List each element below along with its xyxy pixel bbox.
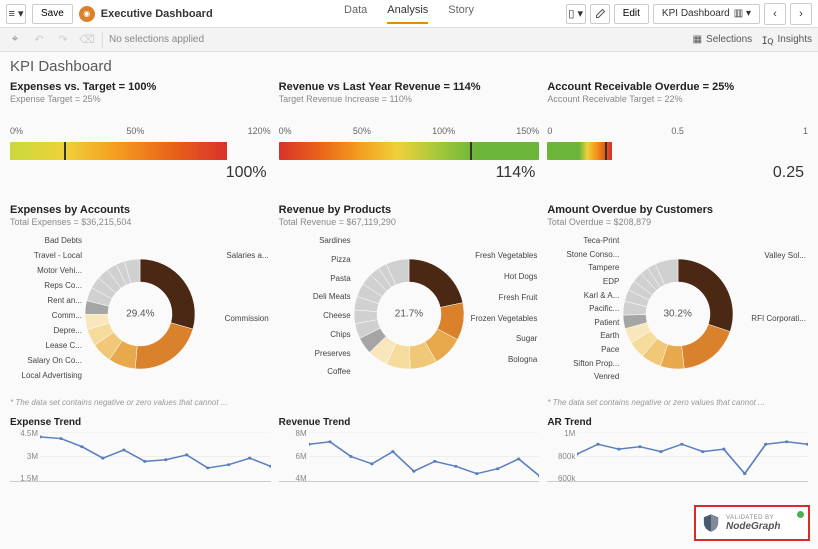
donut-overdue-customers[interactable]: Amount Overdue by Customers Total Overdu…: [547, 202, 808, 409]
edit-button[interactable]: Edit: [614, 4, 649, 24]
status-dot-icon: [797, 511, 804, 518]
menu-button[interactable]: ≡ ▾: [6, 4, 26, 24]
gauge-expenses-target[interactable]: Expenses vs. Target = 100% Expense Targe…: [10, 77, 271, 200]
device-preview-button[interactable]: ▯ ▾: [566, 4, 586, 24]
sheet-prev-button[interactable]: ‹: [764, 3, 786, 25]
gauge-pointer: [470, 142, 472, 160]
donut-expenses-accounts[interactable]: Expenses by Accounts Total Expenses = $3…: [10, 202, 271, 409]
donut-revenue-products[interactable]: Revenue by Products Total Revenue = $67,…: [279, 202, 540, 409]
selection-status: No selections applied: [109, 34, 204, 45]
gauge-ar-overdue[interactable]: Account Receivable Overdue = 25% Account…: [547, 77, 808, 200]
insights-icon: ⵊꞯ: [762, 33, 773, 47]
trend-ar[interactable]: AR Trend 1M 800k 600k: [547, 411, 808, 484]
tab-data[interactable]: Data: [344, 4, 367, 24]
gauge-value: 0.25: [547, 164, 808, 182]
step-forward-icon[interactable]: ↷: [54, 31, 72, 49]
selections-icon: ▦: [693, 34, 702, 45]
app-icon: ◉: [79, 6, 95, 22]
sheet-selector-label: KPI Dashboard: [662, 8, 730, 19]
trend-revenue[interactable]: Revenue Trend 8M 6M 4M: [279, 411, 540, 484]
step-back-icon[interactable]: ↶: [30, 31, 48, 49]
view-tabs: Data Analysis Story: [344, 4, 474, 24]
shield-icon: [702, 513, 720, 533]
gauge-pointer: [605, 142, 607, 160]
gauge-value: 100%: [10, 164, 271, 182]
sheet-selector[interactable]: KPI Dashboard ▥ ▾: [653, 4, 760, 24]
trend-expense[interactable]: Expense Trend 4.5M 3M 1.5M: [10, 411, 271, 484]
app-title: Executive Dashboard: [101, 8, 213, 20]
dashboard-grid: Expenses vs. Target = 100% Expense Targe…: [0, 77, 818, 484]
edit-icon[interactable]: [590, 4, 610, 24]
save-button[interactable]: Save: [32, 4, 73, 24]
gauge-pointer: [64, 142, 66, 160]
tab-analysis[interactable]: Analysis: [387, 4, 428, 24]
gauge-revenue-ly[interactable]: Revenue vs Last Year Revenue = 114% Targ…: [279, 77, 540, 200]
smart-search-icon[interactable]: ⌖: [6, 31, 24, 49]
selection-bar: ⌖ ↶ ↷ ⌫ No selections applied ▦ Selectio…: [0, 28, 818, 52]
insights-button[interactable]: ⵊꞯ Insights: [762, 33, 812, 47]
page-title: KPI Dashboard: [0, 52, 818, 77]
tab-story[interactable]: Story: [448, 4, 474, 24]
clear-selections-icon[interactable]: ⌫: [78, 31, 96, 49]
top-toolbar: ≡ ▾ Save ◉ Executive Dashboard Data Anal…: [0, 0, 818, 28]
nodegraph-badge[interactable]: VALIDATED BY NodeGraph: [694, 505, 810, 541]
dropdown-icon: ▥ ▾: [734, 8, 751, 19]
gauge-value: 114%: [279, 164, 540, 182]
selections-tool-button[interactable]: ▦ Selections: [693, 33, 753, 47]
sheet-next-button[interactable]: ›: [790, 3, 812, 25]
